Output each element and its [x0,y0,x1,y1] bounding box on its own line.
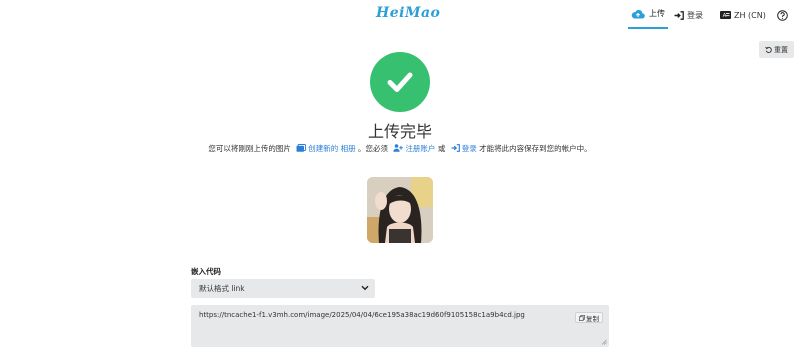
help-button[interactable] [777,0,788,30]
uploaded-image-thumbnail[interactable] [367,177,433,243]
nav-upload[interactable]: 上传 [628,0,668,29]
embed-code-textarea[interactable]: https://tncache1-f1.v3mh.com/image/2025/… [191,305,609,347]
upload-subtitle: 您可以将刚刚上传的图片 创建新的 相册 。您必须 注册账户 或 登录 才能将此内… [0,143,800,154]
subtitle-text-2: 。您必须 [358,144,389,153]
question-circle-icon [777,9,788,21]
copy-button[interactable]: 复制 [575,312,603,323]
user-plus-icon [393,144,404,154]
checkmark-icon [387,72,413,92]
subtitle-text-4: 才能将此内容保存到您的帐户中。 [479,144,592,153]
register-link[interactable]: 注册账户 [405,144,435,153]
nav-upload-label: 上传 [649,9,665,18]
copy-label: 复制 [586,314,599,323]
top-bar: HeiMao 上传 登录 A ZH (CN) [0,0,800,30]
language-selector[interactable]: A ZH (CN) [720,0,766,30]
language-icon: A [720,11,731,19]
subtitle-text-3: 或 [437,144,446,153]
embed-code-text: https://tncache1-f1.v3mh.com/image/2025/… [199,311,525,319]
svg-text:A: A [723,13,727,19]
create-album-link[interactable]: 创建新的 相册 [308,144,355,153]
reset-button[interactable]: 重置 [759,41,794,58]
success-check-icon [370,52,430,112]
cloud-upload-icon [631,9,645,19]
sign-in-icon [674,10,684,20]
nav-login-label: 登录 [687,10,703,20]
embed-format-select[interactable]: 默认格式 link [191,279,375,298]
reset-label: 重置 [774,45,788,54]
undo-icon [765,46,772,53]
nav-login[interactable]: 登录 [674,0,703,30]
site-logo[interactable]: HeiMao [376,5,440,21]
resize-handle-icon[interactable] [601,339,607,345]
sign-in-icon [451,144,460,154]
copy-icon [579,314,585,321]
chevron-down-icon [361,285,369,291]
page-title: 上传完毕 [367,122,432,141]
album-icon [296,144,307,154]
login-link[interactable]: 登录 [462,144,477,153]
embed-code-label: 嵌入代码 [191,267,221,276]
language-label: ZH (CN) [734,10,766,20]
subtitle-text-1: 您可以将刚刚上传的图片 [208,144,291,153]
embed-format-value: 默认格式 link [199,284,245,293]
